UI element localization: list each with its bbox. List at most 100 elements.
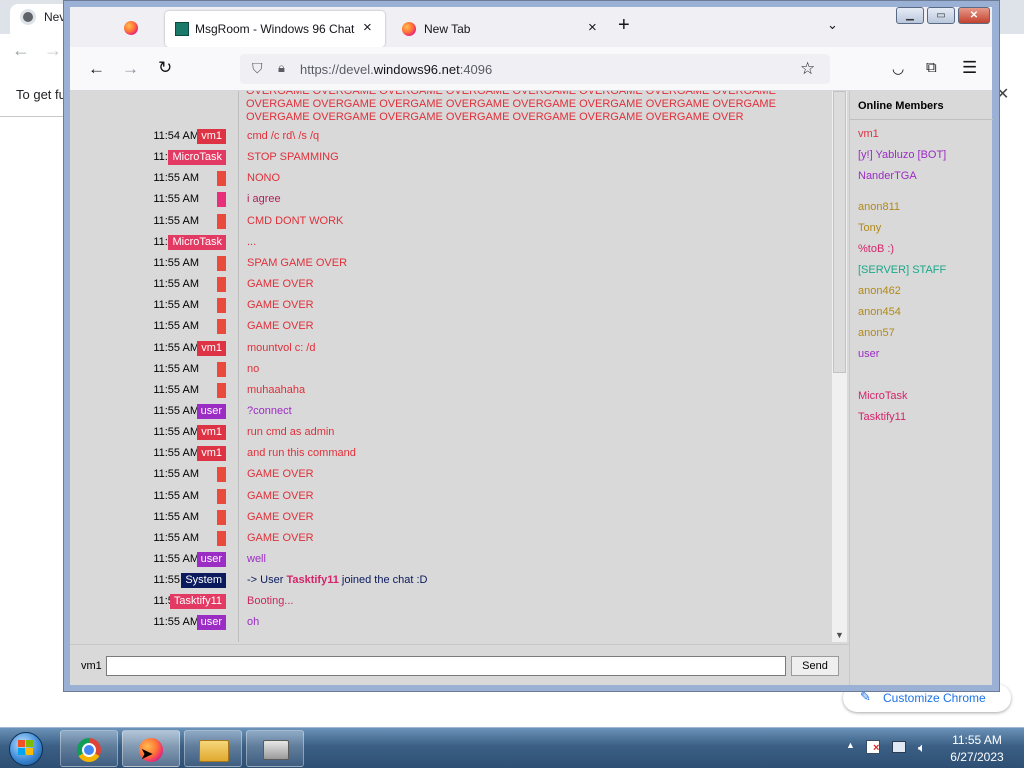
message-time: 11:55 AM: [153, 172, 199, 185]
clock-time[interactable]: 11:55 AM: [937, 733, 1017, 747]
user-badge[interactable]: MicroTask: [168, 234, 226, 250]
clock-date[interactable]: 6/27/2023: [937, 750, 1017, 764]
scroll-thumb[interactable]: [833, 91, 846, 373]
user-badge[interactable]: vm1: [197, 425, 226, 441]
member-item[interactable]: %toB :): [858, 243, 894, 255]
chat-message: 11:54 AM vm1 cmd /c rd\ /s /q: [70, 126, 830, 147]
user-badge[interactable]: [217, 509, 226, 525]
message-text: OVERGAME OVERGAME OVERGAME OVERGAME OVER…: [246, 91, 776, 123]
user-badge[interactable]: vm1: [197, 446, 226, 462]
message-input-bar: vm1 Send: [70, 644, 849, 685]
user-badge[interactable]: [217, 467, 226, 483]
user-badge[interactable]: [217, 488, 226, 504]
chat-scrollbar[interactable]: ▲ ▼: [832, 91, 847, 642]
user-badge[interactable]: user: [196, 615, 226, 631]
message-text: STOP SPAMMING: [247, 151, 339, 164]
user-badge[interactable]: [217, 319, 226, 335]
taskbar-chrome-button[interactable]: [60, 730, 118, 767]
member-item[interactable]: Tasktify11: [858, 411, 906, 423]
user-badge[interactable]: Tasktify11: [169, 594, 226, 610]
minimize-button[interactable]: ▁: [896, 7, 924, 24]
start-button[interactable]: [4, 730, 48, 767]
user-badge[interactable]: [217, 530, 226, 546]
scroll-down-icon[interactable]: ▼: [832, 628, 847, 642]
member-item[interactable]: user: [858, 348, 879, 360]
message-text: oh: [247, 616, 260, 629]
message-time: 11:55 AM: [153, 278, 199, 291]
chat-message: 11:55 AM user ?connect: [70, 401, 830, 422]
close-icon[interactable]: ×: [588, 19, 597, 36]
tab-msgroom-label: MsgRoom - Windows 96 Chat: [195, 22, 355, 36]
msgroom-icon: [175, 22, 189, 36]
star-icon[interactable]: ☆: [800, 59, 815, 79]
member-item[interactable]: [SERVER] STAFF: [858, 264, 946, 276]
user-badge[interactable]: user: [196, 552, 226, 567]
chat-message: 11:55 AMTasktify11Booting...: [70, 591, 830, 612]
user-badge[interactable]: vm1: [197, 129, 226, 144]
firefox-icon: [402, 22, 416, 36]
member-item[interactable]: [y!] Yabluzo [BOT]: [858, 149, 946, 161]
user-badge[interactable]: MicroTask: [168, 150, 226, 166]
plus-icon[interactable]: +: [618, 15, 630, 35]
chevron-down-icon[interactable]: ⌄: [827, 17, 838, 33]
url-text[interactable]: https://devel.windows96.net:4096: [300, 62, 492, 77]
member-item[interactable]: MicroTask: [858, 390, 908, 402]
member-item[interactable]: Tony: [858, 222, 881, 234]
extensions-icon[interactable]: ⧉: [926, 59, 937, 76]
tab-msgroom[interactable]: MsgRoom - Windows 96 Chat ×: [165, 11, 385, 47]
maximize-button[interactable]: ▭: [927, 7, 955, 24]
chat-message: 11:55 AM GAME OVER: [70, 316, 830, 337]
member-item[interactable]: NanderTGA: [858, 170, 917, 182]
user-badge[interactable]: [217, 192, 226, 208]
member-item[interactable]: anon462: [858, 285, 901, 297]
message-text: GAME OVER: [247, 278, 314, 291]
chrome-content-text: To get fu: [16, 87, 66, 102]
back-icon[interactable]: ←: [88, 59, 105, 79]
close-icon[interactable]: ×: [363, 19, 372, 36]
volume-icon[interactable]: 🔈︎: [918, 740, 926, 756]
action-center-icon[interactable]: [866, 740, 880, 754]
network-icon[interactable]: [892, 741, 906, 753]
chat-message: 11:55 AM CMD DONT WORK: [70, 211, 830, 232]
chrome-back-icon[interactable]: ←: [12, 40, 30, 61]
message-time: 11:55 AM: [153, 553, 199, 565]
message-text: and run this command: [247, 447, 356, 460]
user-badge[interactable]: [217, 298, 226, 314]
reload-icon[interactable]: ↻: [158, 58, 172, 78]
user-badge[interactable]: [217, 171, 226, 187]
message-time: 11:55 AM: [153, 468, 199, 481]
user-badge[interactable]: [217, 277, 226, 293]
message-text: GAME OVER: [247, 320, 314, 333]
message-text: GAME OVER: [247, 510, 314, 523]
chat-message: 11:55 AM GAME OVER: [70, 464, 830, 485]
user-badge[interactable]: System: [181, 573, 226, 589]
message-text: cmd /c rd\ /s /q: [247, 130, 320, 142]
member-item[interactable]: vm1: [858, 128, 879, 140]
user-badge[interactable]: [217, 213, 226, 229]
member-item[interactable]: anon57: [858, 327, 895, 339]
member-item[interactable]: anon811: [858, 201, 900, 213]
message-time: 11:55 AM: [153, 299, 199, 312]
taskbar-explorer-button[interactable]: [184, 730, 242, 767]
lock-icon[interactable]: 🔒︎: [278, 60, 285, 76]
message-input[interactable]: [106, 656, 786, 676]
pocket-icon[interactable]: ◡: [892, 60, 904, 77]
chrome-forward-icon[interactable]: →: [44, 40, 62, 61]
tray-expand-icon[interactable]: ▲: [846, 740, 855, 750]
taskbar-printer-button[interactable]: [246, 730, 304, 767]
send-button[interactable]: Send: [791, 656, 839, 676]
tab-new-tab[interactable]: New Tab ×: [390, 11, 605, 47]
user-badge[interactable]: vm1: [197, 340, 226, 356]
forward-icon[interactable]: →: [122, 59, 139, 79]
user-badge[interactable]: [217, 361, 226, 377]
user-badge[interactable]: user: [196, 403, 226, 419]
user-badge[interactable]: [217, 382, 226, 398]
shield-icon[interactable]: ⛉: [252, 60, 263, 77]
message-text: i agree: [247, 193, 281, 206]
member-item[interactable]: anon454: [858, 306, 901, 318]
hamburger-menu-icon[interactable]: ☰: [962, 58, 977, 78]
tab-firefox-1[interactable]: [118, 13, 144, 43]
user-badge[interactable]: [217, 255, 226, 271]
url-bar[interactable]: ⛉ 🔒︎ https://devel.windows96.net:4096 ☆: [240, 54, 830, 84]
window-close-button[interactable]: ✕: [958, 7, 990, 24]
